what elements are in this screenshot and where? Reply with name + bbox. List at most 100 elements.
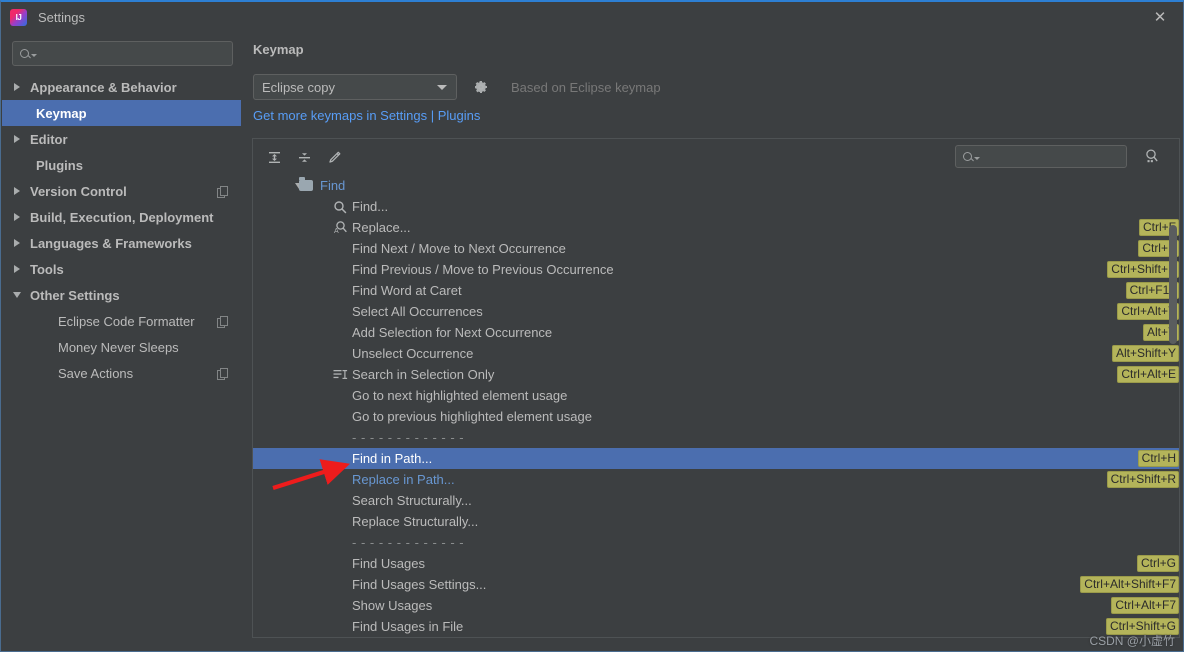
sidebar-item-label: Version Control xyxy=(30,183,127,199)
watermark-text: CSDN @小虚竹 xyxy=(1089,634,1175,648)
keymap-controls-row: Eclipse copy Based on Eclipse keymap xyxy=(253,74,661,100)
tree-row-label: Find Usages in File xyxy=(352,619,464,634)
chevron-right-icon[interactable] xyxy=(10,265,24,273)
tree-row[interactable]: Go to next highlighted element usage xyxy=(253,385,1179,406)
sidebar-item-eclipse-code-formatter[interactable]: Eclipse Code Formatter xyxy=(2,308,241,334)
tree-row-label: Add Selection for Next Occurrence xyxy=(352,325,553,340)
tree-row[interactable]: Search in Selection Only Ctrl+Alt+E xyxy=(253,364,1179,385)
tree-row[interactable]: Find in Path... Ctrl+H xyxy=(253,448,1179,469)
sidebar-item-label: Build, Execution, Deployment xyxy=(30,209,214,225)
tree-row-label: Find in Path... xyxy=(352,451,433,466)
edit-pencil-icon[interactable] xyxy=(321,145,347,169)
tree-row-label: Find Previous / Move to Previous Occurre… xyxy=(352,262,614,277)
sidebar-item-label: Save Actions xyxy=(58,365,134,381)
tree-row[interactable]: Add Selection for Next Occurrence Alt+Y xyxy=(253,322,1179,343)
separator-dashes: - - - - - - - - - - - - - xyxy=(352,535,465,550)
tree-row[interactable]: Find Previous / Move to Previous Occurre… xyxy=(253,259,1179,280)
chevron-right-icon[interactable] xyxy=(10,83,24,91)
tree-separator: - - - - - - - - - - - - - xyxy=(253,427,1179,448)
tree-search-input[interactable] xyxy=(955,145,1127,168)
chevron-right-icon[interactable] xyxy=(10,213,24,221)
tree-scrollbar[interactable] xyxy=(1167,175,1178,636)
sidebar-item-tools[interactable]: Tools xyxy=(2,256,241,282)
sidebar-item-money-never-sleeps[interactable]: Money Never Sleeps xyxy=(2,334,241,360)
tree-row[interactable]: Find Next / Move to Next Occurrence Ctrl+… xyxy=(253,238,1179,259)
page-title: Keymap xyxy=(253,42,304,57)
copy-settings-icon[interactable] xyxy=(217,185,228,198)
tree-row[interactable]: A Replace... Ctrl+F xyxy=(253,217,1179,238)
keymap-tree-container: Find Find... A Replace... Ctrl+F Find Next / … xyxy=(252,138,1180,638)
tree-row[interactable]: Unselect Occurrence Alt+Shift+Y xyxy=(253,343,1179,364)
chevron-right-icon[interactable] xyxy=(10,135,24,143)
tree-row-label: Search in Selection Only xyxy=(352,367,495,382)
based-on-label: Based on Eclipse keymap xyxy=(511,79,661,95)
tree-row[interactable]: Replace in Path... Ctrl+Shift+R xyxy=(253,469,1179,490)
tree-row[interactable]: Find xyxy=(253,175,1179,196)
sidebar-item-label: Languages & Frameworks xyxy=(30,235,192,251)
tree-row-label: Replace in Path... xyxy=(352,472,455,487)
tree-row[interactable]: Select All Occurrences Ctrl+Alt+Y xyxy=(253,301,1179,322)
tree-row-label: Search Structurally... xyxy=(352,493,472,508)
tree-row-label: Find xyxy=(320,178,346,193)
copy-settings-icon[interactable] xyxy=(217,367,228,380)
tree-row-label: Replace Structurally... xyxy=(352,514,479,529)
tree-row-label: Go to previous highlighted element usage xyxy=(352,409,592,424)
svg-text:A: A xyxy=(334,228,339,235)
title-bar: Settings ✕ xyxy=(1,2,1183,32)
search-icon xyxy=(20,49,29,58)
intellij-idea-logo-icon xyxy=(10,8,27,26)
get-more-keymaps-link[interactable]: Get more keymaps in Settings | Plugins xyxy=(253,108,480,123)
tree-row-label: Find... xyxy=(352,199,389,214)
chevron-down-icon[interactable] xyxy=(10,292,24,298)
close-icon[interactable]: ✕ xyxy=(1137,2,1183,32)
tree-separator: - - - - - - - - - - - - - xyxy=(253,532,1179,553)
tree-row[interactable]: Search Structurally... xyxy=(253,490,1179,511)
folder-icon xyxy=(298,177,314,194)
sidebar-item-save-actions[interactable]: Save Actions xyxy=(2,360,241,386)
chevron-right-icon[interactable] xyxy=(10,187,24,195)
sidebar-item-label: Editor xyxy=(30,131,68,147)
tree-row-label: Show Usages xyxy=(352,598,433,613)
tree-scrollbar-thumb[interactable] xyxy=(1169,225,1177,344)
sidebar-item-label: Keymap xyxy=(36,105,87,121)
keymap-panel: Keymap Eclipse copy Based on Eclipse key… xyxy=(241,32,1182,650)
tree-row-label: Go to next highlighted element usage xyxy=(352,388,568,403)
sidebar-item-other-settings[interactable]: Other Settings xyxy=(2,282,241,308)
copy-settings-icon[interactable] xyxy=(217,315,228,328)
sidebar-item-plugins[interactable]: Plugins xyxy=(2,152,241,178)
collapse-all-icon[interactable] xyxy=(291,145,317,169)
tree-row-label: Find Usages Settings... xyxy=(352,577,487,592)
chevron-down-icon xyxy=(974,157,980,160)
keymap-select-value: Eclipse copy xyxy=(262,79,335,95)
gear-icon[interactable] xyxy=(473,79,489,95)
tree-row[interactable]: Find Usages Ctrl+G xyxy=(253,553,1179,574)
find-by-shortcut-icon[interactable] xyxy=(1139,145,1163,168)
sidebar-item-label: Appearance & Behavior xyxy=(30,79,177,95)
tree-row[interactable]: Replace Structurally... xyxy=(253,511,1179,532)
sidebar-item-languages-frameworks[interactable]: Languages & Frameworks xyxy=(2,230,241,256)
tree-row[interactable]: Go to previous highlighted element usage xyxy=(253,406,1179,427)
tree-row[interactable]: Show Usages Ctrl+Alt+F7 xyxy=(253,595,1179,616)
settings-sidebar: Appearance & Behavior Keymap Editor Plugins… xyxy=(2,32,241,651)
tree-row[interactable]: Find Word at Caret Ctrl+F12 xyxy=(253,280,1179,301)
chevron-right-icon[interactable] xyxy=(10,239,24,247)
expand-all-icon[interactable] xyxy=(261,145,287,169)
sidebar-item-label: Tools xyxy=(30,261,64,277)
sidebar-item-keymap[interactable]: Keymap xyxy=(2,100,241,126)
sidebar-item-label: Other Settings xyxy=(30,287,120,303)
tree-row-label: Unselect Occurrence xyxy=(352,346,474,361)
shortcut-badge[interactable]: Ctrl+Alt+Shift+F7 xyxy=(1080,576,1179,593)
tree-row[interactable]: Find Usages in File Ctrl+Shift+G xyxy=(253,616,1179,637)
keymap-select[interactable]: Eclipse copy xyxy=(253,74,457,100)
sidebar-list: Appearance & Behavior Keymap Editor Plugins… xyxy=(2,74,241,386)
sidebar-item-build-execution-deployment[interactable]: Build, Execution, Deployment xyxy=(2,204,241,230)
tree-row-label: Find Usages xyxy=(352,556,425,571)
sidebar-search-input[interactable] xyxy=(12,41,233,66)
sidebar-item-editor[interactable]: Editor xyxy=(2,126,241,152)
tree-row[interactable]: Find Usages Settings... Ctrl+Alt+Shift+F7 xyxy=(253,574,1179,595)
tree-row[interactable]: Find... xyxy=(253,196,1179,217)
sidebar-item-appearance-behavior[interactable]: Appearance & Behavior xyxy=(2,74,241,100)
search-icon xyxy=(963,152,972,161)
sidebar-item-version-control[interactable]: Version Control xyxy=(2,178,241,204)
settings-window: Settings ✕ Appearance & Behavior Keymap Ed… xyxy=(0,0,1184,652)
